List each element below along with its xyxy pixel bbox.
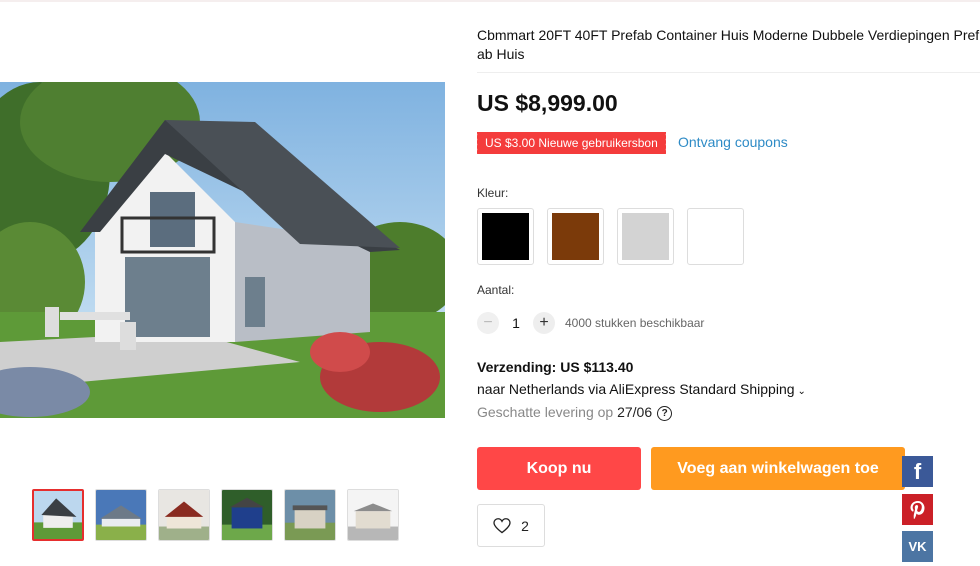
shipping-method-selector[interactable]: naar Netherlands via AliExpress Standard… bbox=[477, 381, 806, 397]
shipping-cost: Verzending: US $113.40 bbox=[477, 359, 634, 375]
product-price: US $8,999.00 bbox=[477, 90, 618, 116]
buy-now-button[interactable]: Koop nu bbox=[477, 447, 641, 490]
vk-share-button[interactable]: VK bbox=[902, 531, 933, 562]
quantity-increase-button[interactable]: + bbox=[533, 312, 555, 334]
thumbnail-1[interactable] bbox=[32, 489, 84, 541]
header-edge bbox=[0, 0, 980, 2]
new-user-coupon-badge: US $3.00 Nieuwe gebruikersbon bbox=[475, 132, 666, 154]
divider bbox=[477, 72, 980, 73]
quantity-value[interactable]: 1 bbox=[508, 315, 524, 331]
swatch-fill bbox=[552, 213, 599, 260]
quantity-available: 4000 stukken beschikbaar bbox=[565, 316, 705, 330]
thumbnail-2[interactable] bbox=[95, 489, 147, 541]
color-swatch-black[interactable] bbox=[477, 208, 534, 265]
thumbnail-strip bbox=[32, 489, 399, 541]
swatch-fill bbox=[482, 213, 529, 260]
color-swatches bbox=[477, 208, 744, 265]
color-swatch-gray[interactable] bbox=[617, 208, 674, 265]
heart-icon bbox=[493, 517, 511, 533]
product-title: Cbmmart 20FT 40FT Prefab Container Huis … bbox=[477, 27, 980, 62]
chevron-down-icon: ⌄ bbox=[797, 386, 806, 397]
quantity-decrease-button[interactable]: − bbox=[477, 312, 499, 334]
main-product-image[interactable] bbox=[0, 82, 445, 418]
add-to-cart-button[interactable]: Voeg aan winkelwagen toe bbox=[651, 447, 905, 490]
color-swatch-brown[interactable] bbox=[547, 208, 604, 265]
thumbnail-4[interactable] bbox=[221, 489, 273, 541]
quantity-label: Aantal: bbox=[477, 283, 515, 297]
estimated-delivery-date: 27/06 bbox=[617, 404, 653, 420]
vk-icon: VK bbox=[908, 539, 927, 554]
help-icon[interactable]: ? bbox=[657, 406, 673, 421]
facebook-icon: f bbox=[913, 458, 922, 484]
house-illustration bbox=[0, 82, 445, 418]
color-swatch-white[interactable] bbox=[687, 208, 744, 265]
pinterest-icon bbox=[910, 500, 924, 519]
facebook-share-button[interactable]: f bbox=[902, 456, 933, 487]
get-coupons-link[interactable]: Ontvang coupons bbox=[678, 134, 788, 150]
color-label: Kleur: bbox=[477, 186, 509, 200]
estimated-delivery-label: Geschatte levering op bbox=[477, 404, 618, 420]
thumbnail-5[interactable] bbox=[284, 489, 336, 541]
shipping-route-text: naar Netherlands via AliExpress Standard… bbox=[477, 381, 795, 397]
estimated-delivery: Geschatte levering op 27/06? bbox=[477, 404, 673, 421]
wishlist-button[interactable]: 2 bbox=[477, 504, 545, 547]
swatch-fill bbox=[692, 213, 739, 260]
wishlist-count: 2 bbox=[521, 517, 529, 534]
pinterest-share-button[interactable] bbox=[902, 494, 933, 525]
thumbnail-6[interactable] bbox=[347, 489, 399, 541]
thumbnail-3[interactable] bbox=[158, 489, 210, 541]
swatch-fill bbox=[622, 213, 669, 260]
